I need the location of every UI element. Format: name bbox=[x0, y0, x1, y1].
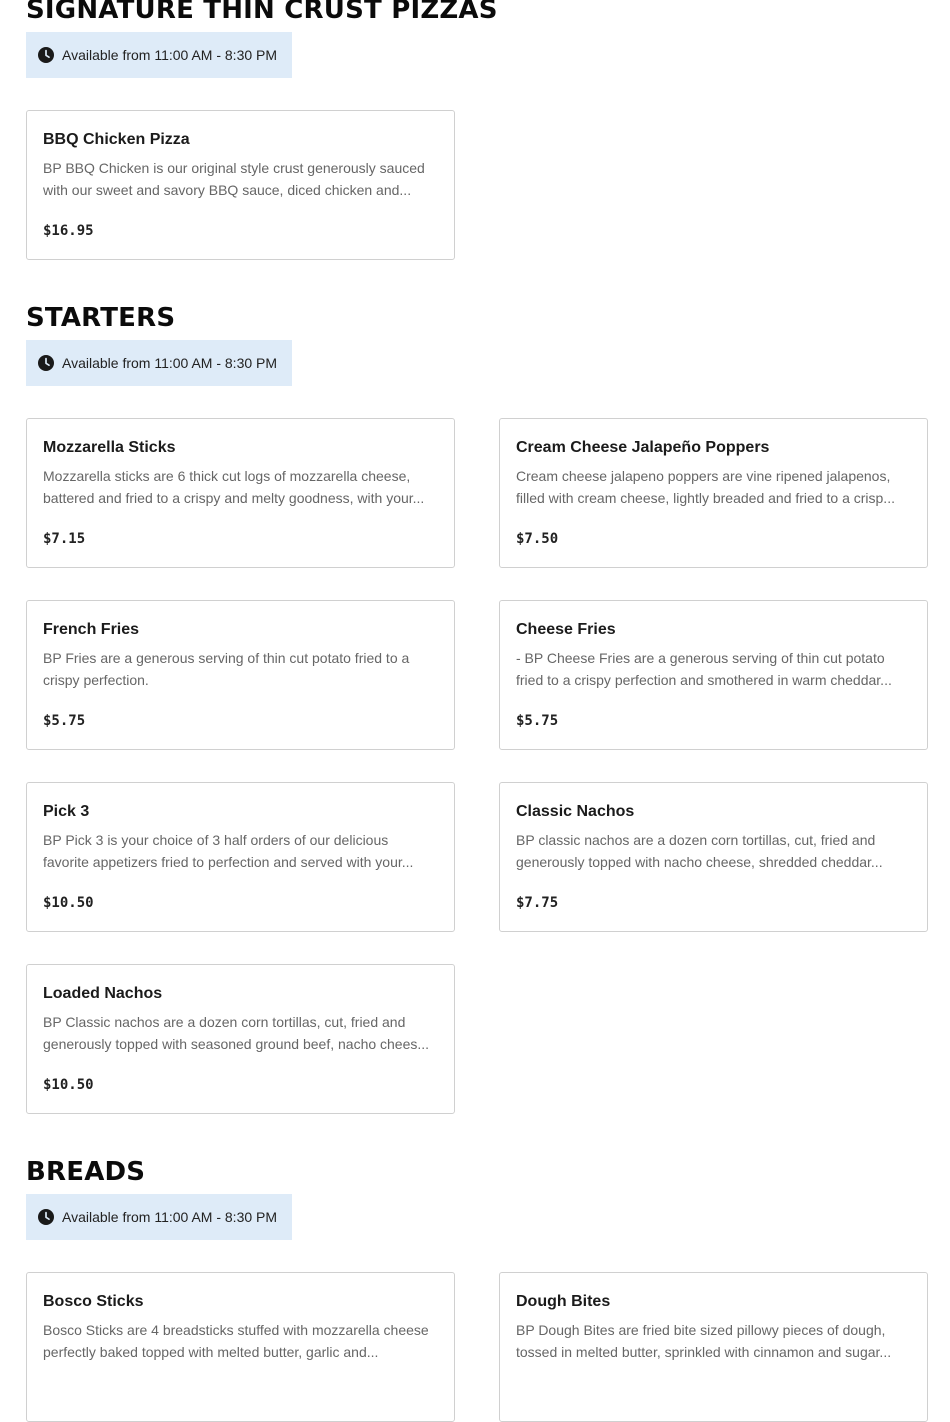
menu-item-name: BBQ Chicken Pizza bbox=[43, 131, 190, 148]
menu-item-name: French Fries bbox=[43, 621, 140, 638]
menu-item-description: Bosco Sticks are 4 breadsticks stuffed w… bbox=[43, 1322, 429, 1360]
menu-section-starters: STARTERS Available from 11:00 AM - 8:30 … bbox=[26, 303, 928, 1114]
menu-item-description: Cream cheese jalapeno poppers are vine r… bbox=[516, 468, 895, 506]
menu-item-name: Loaded Nachos bbox=[43, 985, 163, 1002]
menu-item-price: $7.75 bbox=[516, 895, 559, 911]
menu-item-card[interactable]: Cream Cheese Jalapeño Poppers Cream chee… bbox=[499, 418, 928, 568]
menu-item-description: BP Classic nachos are a dozen corn torti… bbox=[43, 1014, 430, 1052]
menu-item-name: Bosco Sticks bbox=[43, 1293, 144, 1310]
menu-item-name: Dough Bites bbox=[516, 1293, 611, 1310]
menu-item-price: $16.95 bbox=[43, 223, 94, 239]
menu-item-card[interactable]: Loaded Nachos BP Classic nachos are a do… bbox=[26, 964, 455, 1114]
menu-item-card[interactable]: French Fries BP Fries are a generous ser… bbox=[26, 600, 455, 750]
menu-item-name: Pick 3 bbox=[43, 803, 90, 820]
section-title: STARTERS bbox=[26, 303, 176, 333]
menu-item-price: $10.50 bbox=[43, 895, 94, 911]
availability-badge: Available from 11:00 AM - 8:30 PM bbox=[26, 340, 292, 386]
clock-icon bbox=[38, 1209, 54, 1225]
menu-item-card[interactable]: Classic Nachos BP classic nachos are a d… bbox=[499, 782, 928, 932]
menu-section-signature-pizzas: SIGNATURE THIN CRUST PIZZAS Available fr… bbox=[26, 0, 928, 260]
section-title: BREADS bbox=[26, 1157, 146, 1187]
section-title: SIGNATURE THIN CRUST PIZZAS bbox=[26, 0, 498, 25]
menu-item-card[interactable]: BBQ Chicken Pizza BP BBQ Chicken is our … bbox=[26, 110, 455, 260]
clock-icon bbox=[38, 47, 54, 63]
menu-item-description: BP Fries are a generous serving of thin … bbox=[43, 650, 410, 688]
menu-item-card[interactable]: Mozzarella Sticks Mozzarella sticks are … bbox=[26, 418, 455, 568]
availability-text: Available from 11:00 AM - 8:30 PM bbox=[62, 47, 278, 63]
availability-badge: Available from 11:00 AM - 8:30 PM bbox=[26, 1194, 292, 1240]
menu-item-price: $10.50 bbox=[43, 1077, 94, 1093]
menu-item-name: Cream Cheese Jalapeño Poppers bbox=[516, 439, 770, 456]
menu-item-price: $7.50 bbox=[516, 531, 559, 547]
menu-item-card[interactable]: Dough Bites BP Dough Bites are fried bit… bbox=[499, 1272, 928, 1422]
clock-icon bbox=[38, 355, 54, 371]
menu-section-breads: BREADS Available from 11:00 AM - 8:30 PM… bbox=[26, 1157, 928, 1422]
menu-item-description: BP classic nachos are a dozen corn torti… bbox=[516, 832, 883, 870]
availability-badge: Available from 11:00 AM - 8:30 PM bbox=[26, 32, 292, 78]
menu-item-description: - BP Cheese Fries are a generous serving… bbox=[516, 650, 892, 688]
menu-item-name: Mozzarella Sticks bbox=[43, 439, 176, 456]
menu-item-card[interactable]: Cheese Fries - BP Cheese Fries are a gen… bbox=[499, 600, 928, 750]
menu-item-card[interactable]: Bosco Sticks Bosco Sticks are 4 breadsti… bbox=[26, 1272, 455, 1422]
menu-item-description: BP Pick 3 is your choice of 3 half order… bbox=[43, 832, 414, 870]
menu-item-price: $7.15 bbox=[43, 531, 86, 547]
menu-item-description: BP Dough Bites are fried bite sized pill… bbox=[516, 1322, 892, 1360]
availability-text: Available from 11:00 AM - 8:30 PM bbox=[62, 1209, 278, 1225]
menu-item-description: Mozzarella sticks are 6 thick cut logs o… bbox=[43, 468, 425, 506]
menu-item-name: Cheese Fries bbox=[516, 621, 616, 638]
menu-item-name: Classic Nachos bbox=[516, 803, 635, 820]
availability-text: Available from 11:00 AM - 8:30 PM bbox=[62, 355, 278, 371]
menu-item-card[interactable]: Pick 3 BP Pick 3 is your choice of 3 hal… bbox=[26, 782, 455, 932]
menu-item-price: $5.75 bbox=[43, 713, 86, 729]
menu-item-price: $5.75 bbox=[516, 713, 559, 729]
menu-item-description: BP BBQ Chicken is our original style cru… bbox=[43, 160, 425, 198]
